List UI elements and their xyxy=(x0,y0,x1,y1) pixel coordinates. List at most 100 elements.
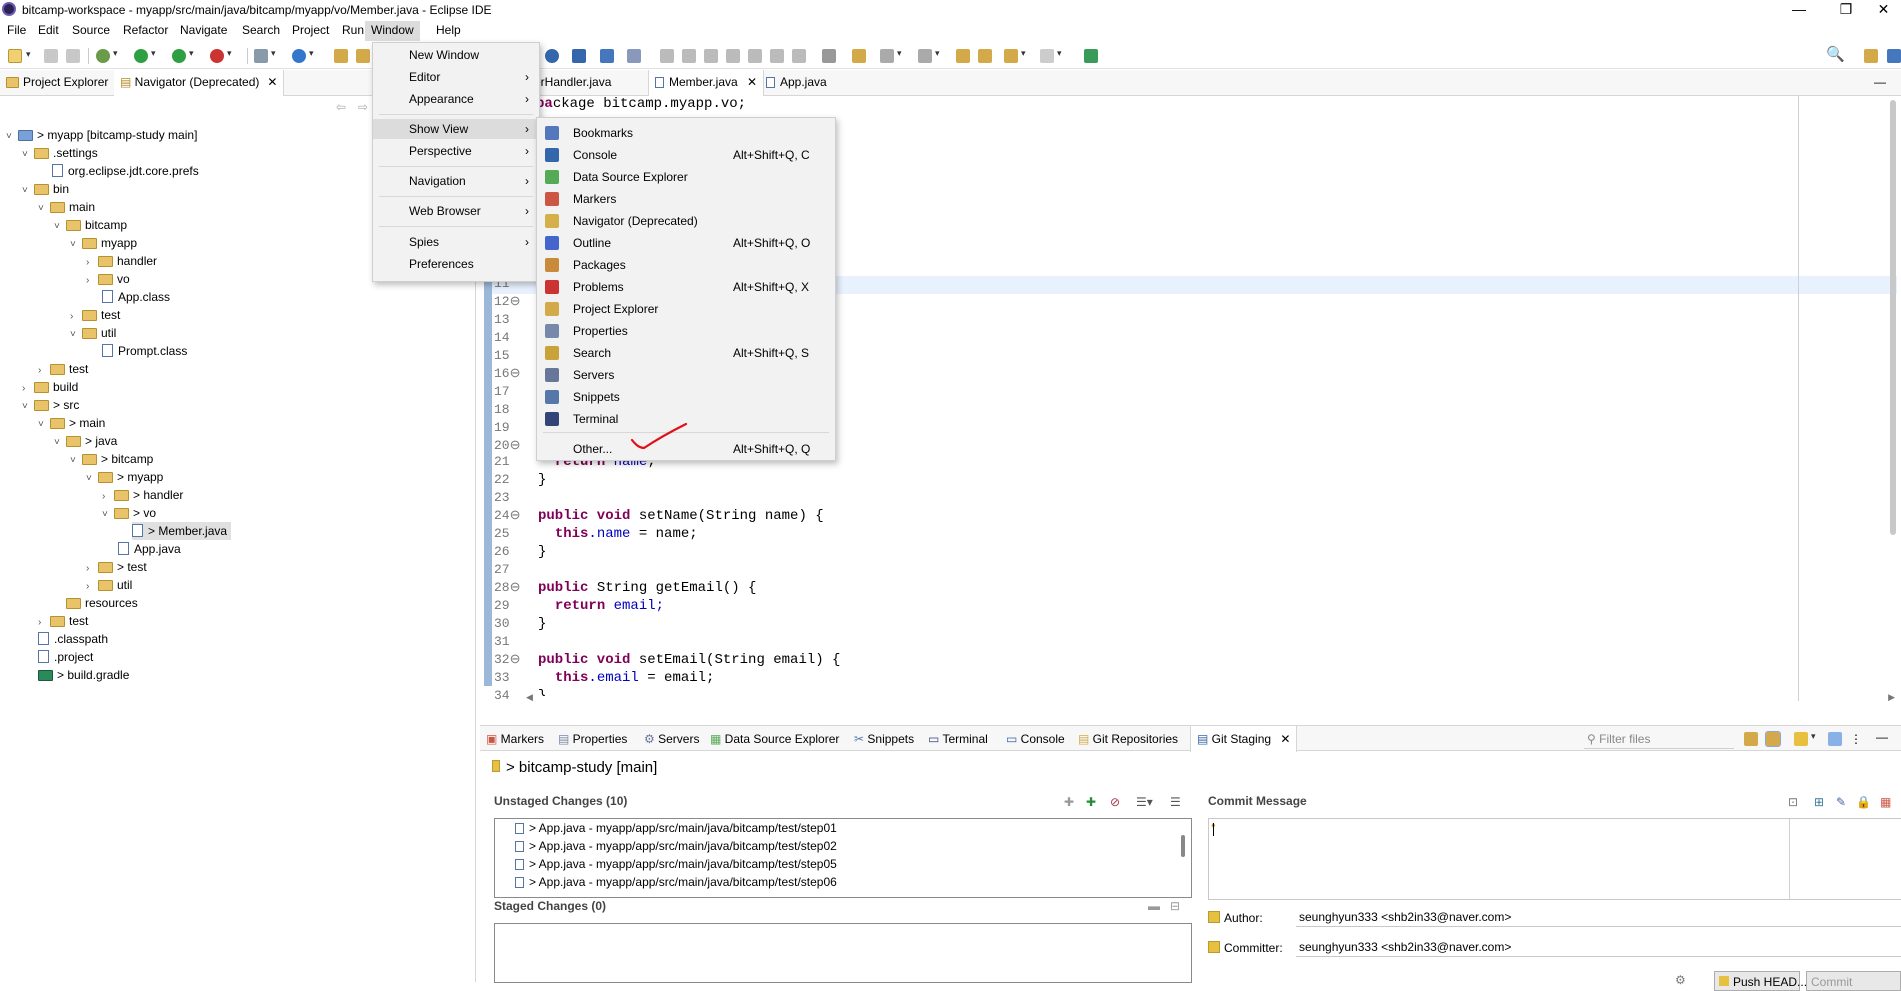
disconnect-icon[interactable] xyxy=(726,49,740,63)
commit-button[interactable]: Commit xyxy=(1806,971,1901,991)
git-icon[interactable] xyxy=(572,49,586,63)
show-view-item-console[interactable]: Console Alt+Shift+Q, C xyxy=(537,144,835,166)
show-view-item-search[interactable]: Search Alt+Shift+Q, S xyxy=(537,342,835,364)
tab-terminal[interactable]: ▭ Terminal xyxy=(928,732,988,746)
tree-node[interactable]: › > test xyxy=(86,558,147,576)
tab-properties[interactable]: ▤ Properties xyxy=(558,732,627,746)
tree-node[interactable]: › test xyxy=(70,306,120,324)
tab-navigator[interactable]: ▤ Navigator (Deprecated) ✕ xyxy=(114,70,285,96)
horizontal-scrollbar[interactable]: ◀ ▶ xyxy=(526,692,1901,706)
resume-icon[interactable] xyxy=(660,49,674,63)
tree-node[interactable]: .project xyxy=(38,648,93,666)
menu-project[interactable]: Project xyxy=(292,23,329,37)
open-type-icon[interactable] xyxy=(334,49,348,63)
tree-node[interactable]: ˅ bitcamp xyxy=(54,216,127,234)
menu-file[interactable]: File xyxy=(7,23,26,37)
save-icon[interactable] xyxy=(44,49,58,63)
amend-icon[interactable]: ✎ xyxy=(1836,795,1846,809)
show-view-item-bookmarks[interactable]: Bookmarks xyxy=(537,122,835,144)
new-icon[interactable] xyxy=(8,49,31,63)
refresh-icon[interactable] xyxy=(1744,732,1758,746)
next-annotation-icon[interactable] xyxy=(880,48,902,63)
close-icon[interactable]: ✕ xyxy=(267,75,277,89)
skip-breakpoints-icon[interactable] xyxy=(627,49,641,63)
push-head-button[interactable]: Push HEAD... xyxy=(1714,971,1807,991)
stage-all-icon[interactable]: ✚ xyxy=(1086,795,1096,809)
tree-node[interactable]: ˅ > main xyxy=(38,414,105,432)
show-view-item-properties[interactable]: Properties xyxy=(537,320,835,342)
tab-member-java[interactable]: Member.java ✕ xyxy=(648,70,765,96)
tree-node[interactable]: > build.gradle xyxy=(38,666,129,684)
tree-node[interactable]: App.java xyxy=(118,540,181,558)
code-line-33[interactable]: this.email = email; xyxy=(538,670,715,686)
tab-app-java[interactable]: App.java xyxy=(766,75,827,89)
show-view-item-outline[interactable]: Outline Alt+Shift+Q, O xyxy=(537,232,835,254)
tree-node[interactable]: ˅ bin xyxy=(22,180,69,198)
signing-icon[interactable]: 🔒 xyxy=(1856,795,1871,809)
tab-console[interactable]: ▭ Console xyxy=(1006,732,1065,746)
tree-node[interactable]: › vo xyxy=(86,270,130,288)
tree-node[interactable]: › > handler xyxy=(102,486,183,504)
vertical-scrollbar[interactable] xyxy=(1890,100,1896,535)
show-view-item-project-explorer[interactable]: Project Explorer xyxy=(537,298,835,320)
tab-servers[interactable]: ⚙ Servers xyxy=(644,732,699,746)
code-line-24[interactable]: public void setName(String name) { xyxy=(538,508,824,524)
code-line-29[interactable]: return email; xyxy=(538,598,664,614)
tree-node[interactable]: › build xyxy=(22,378,78,396)
tree-node[interactable]: ˅ util xyxy=(70,324,116,342)
web-browser-icon[interactable] xyxy=(545,49,559,63)
menu-item-navigation[interactable]: Navigation › xyxy=(373,171,539,191)
open-task-icon[interactable] xyxy=(356,49,370,63)
show-view-item-navigator-deprecated[interactable]: Navigator (Deprecated) xyxy=(537,210,835,232)
show-view-item-packages[interactable]: Packages xyxy=(537,254,835,276)
add-signoff-icon[interactable]: ⊞ xyxy=(1814,795,1824,809)
run-icon[interactable] xyxy=(134,48,156,63)
show-view-item-problems[interactable]: Problems Alt+Shift+Q, X xyxy=(537,276,835,298)
tab-handler-java[interactable]: erHandler.java xyxy=(534,75,611,89)
settings-icon[interactable]: ⚙ xyxy=(1675,973,1686,987)
view-menu-icon[interactable]: ⋮ xyxy=(1850,732,1864,746)
close-icon[interactable]: ✕ xyxy=(1280,732,1290,746)
menu-help[interactable]: Help xyxy=(436,23,461,37)
code-line-25[interactable]: this.name = name; xyxy=(538,526,698,542)
new-java-project-icon[interactable] xyxy=(254,48,276,63)
collapse-icon[interactable]: ⊟ xyxy=(1170,899,1180,913)
step-over-icon[interactable] xyxy=(770,49,784,63)
menu-run[interactable]: Run xyxy=(342,23,364,37)
tree-node[interactable]: › test xyxy=(38,612,88,630)
menu-window[interactable]: Window xyxy=(365,21,420,41)
forward-nav-icon[interactable]: ⇨ xyxy=(358,100,368,114)
tree-node[interactable]: resources xyxy=(54,594,138,612)
save-all-icon[interactable] xyxy=(66,49,80,63)
list-item[interactable]: > App.java - myapp/app/src/main/java/bit… xyxy=(515,837,837,855)
sign-off-icon[interactable]: ⊡ xyxy=(1788,795,1798,809)
menu-item-editor[interactable]: Editor › xyxy=(373,67,539,87)
code-line-26[interactable]: } xyxy=(538,544,546,560)
step-return-icon[interactable] xyxy=(792,49,806,63)
back-icon[interactable] xyxy=(1004,48,1026,63)
presentation-list-icon[interactable]: ☰ xyxy=(1170,795,1181,809)
tree-node-selected[interactable]: > Member.java xyxy=(132,522,232,540)
list-item[interactable]: > App.java - myapp/app/src/main/java/bit… xyxy=(515,855,837,873)
menu-item-new-window[interactable]: New Window xyxy=(373,45,539,65)
tree-node[interactable]: ˅ .settings xyxy=(22,144,98,162)
last-edit-location-icon[interactable] xyxy=(978,49,992,63)
committer-input[interactable]: seunghyun333 <shb2in33@naver.com> xyxy=(1296,937,1901,957)
menu-item-web-browser[interactable]: Web Browser › xyxy=(373,201,539,221)
show-view-item-snippets[interactable]: Snippets xyxy=(537,386,835,408)
menu-refactor[interactable]: Refactor xyxy=(123,23,168,37)
tree-node[interactable]: ˅ > java xyxy=(54,432,117,450)
unstage-icon[interactable]: ✚ xyxy=(1064,795,1074,809)
menu-navigate[interactable]: Navigate xyxy=(180,23,227,37)
code-line-32[interactable]: public void setEmail(String email) { xyxy=(538,652,840,668)
tab-git-repositories[interactable]: ▤ Git Repositories xyxy=(1078,732,1178,746)
toggle-mark-icon[interactable] xyxy=(822,49,836,63)
list-item[interactable]: > App.java - myapp/app/src/main/java/bit… xyxy=(515,873,837,891)
tree-node[interactable]: › test xyxy=(38,360,88,378)
menu-search[interactable]: Search xyxy=(242,23,280,37)
show-view-item-markers[interactable]: Markers xyxy=(537,188,835,210)
forward-icon[interactable] xyxy=(1040,48,1062,63)
ignore-icon[interactable]: ⊘ xyxy=(1110,795,1120,809)
tab-markers[interactable]: ▣ Markers xyxy=(486,732,544,746)
tree-node[interactable]: › util xyxy=(86,576,132,594)
